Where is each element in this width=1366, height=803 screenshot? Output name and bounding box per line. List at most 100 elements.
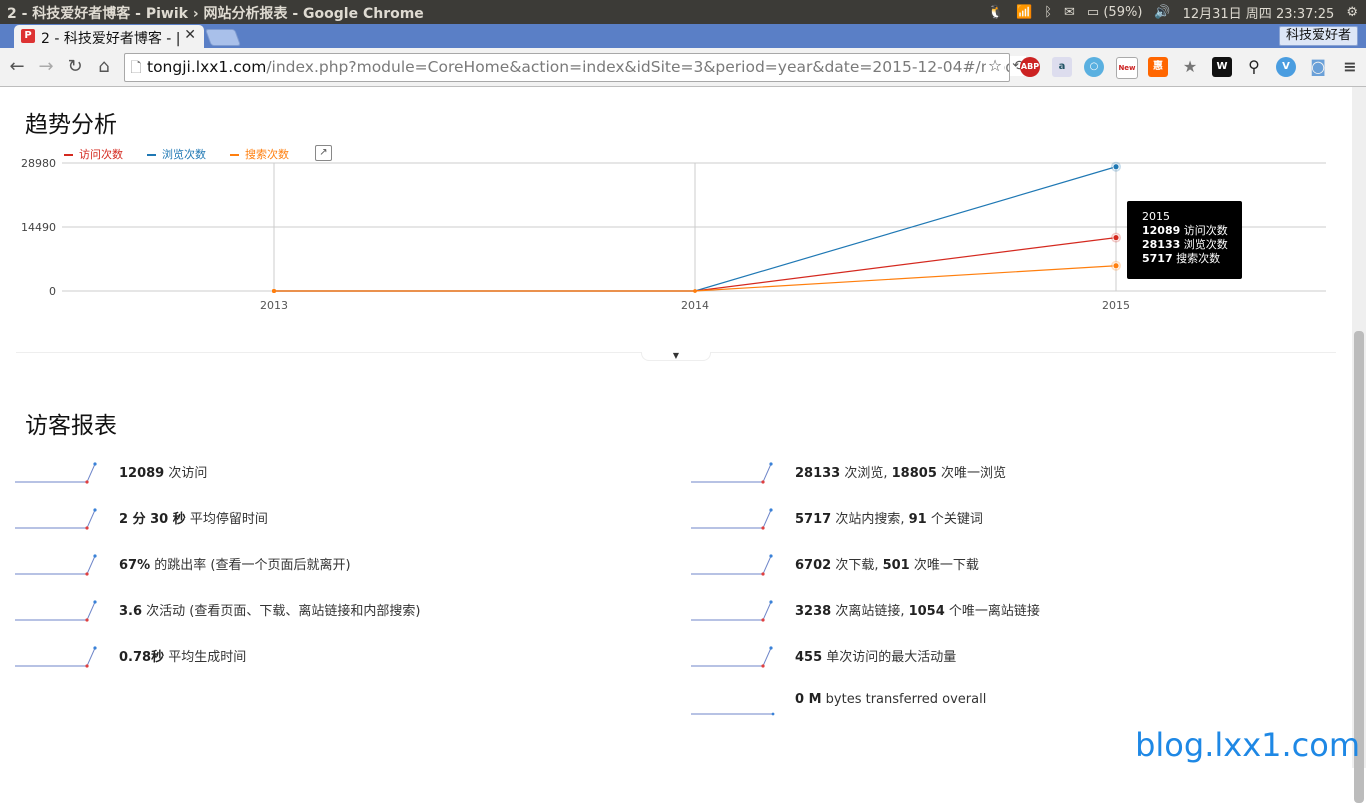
sparkline-line [15, 601, 96, 621]
new-tab-button[interactable] [204, 29, 242, 46]
home-icon[interactable]: ⌂ [92, 55, 116, 79]
extension-v-icon[interactable]: V [1276, 57, 1296, 77]
metric-text: 28133 次浏览, 18805 次唯一浏览 [795, 462, 1006, 481]
bluetooth-icon[interactable]: ᛒ [1044, 5, 1052, 20]
browser-tab[interactable]: P 2 - 科技爱好者博客 - | ✕ [14, 25, 204, 48]
metric-label: 次离站链接, [831, 604, 909, 619]
metric-label: 次活动 (查看页面、下载、离站链接和内部搜索) [142, 604, 421, 619]
sparkline-max-dot [769, 554, 773, 558]
sparkline-min-dot [761, 664, 765, 668]
sparkline[interactable] [691, 452, 781, 486]
sparkline[interactable] [15, 590, 105, 624]
expand-chart-button[interactable]: ▼ [641, 352, 711, 361]
metric-label: 次下载, [831, 558, 883, 573]
metric-value: 455 [795, 650, 823, 665]
extension-a-icon[interactable]: a [1052, 57, 1072, 77]
y-tick-label: 14490 [21, 221, 56, 234]
metric-value: 6702 [795, 558, 832, 573]
battery-indicator[interactable]: ▭ (59%) [1087, 5, 1142, 20]
series-point [1112, 262, 1120, 270]
sparkline-max-dot [93, 508, 97, 512]
metric-value: 5717 [795, 512, 832, 527]
metric-label: 次浏览, [840, 466, 892, 481]
extension-circle-icon[interactable]: ○ [1084, 57, 1104, 77]
reload-icon[interactable]: ↻ [63, 55, 87, 79]
metric-label: 个关键词 [926, 512, 983, 527]
clock[interactable]: 12月31日 周四 23:37:25 [1183, 3, 1335, 22]
sparkline-max-dot [769, 600, 773, 604]
x-tick-label: 2015 [1102, 299, 1130, 312]
bookmark-star-icon[interactable]: ☆ [986, 57, 1004, 75]
metric-label: 平均停留时间 [185, 512, 268, 527]
profile-button[interactable]: 科技爱好者 [1278, 26, 1358, 46]
metric-text: 2 分 30 秒 平均停留时间 [119, 508, 268, 527]
tooltip-year: 2015 [1142, 210, 1170, 223]
sparkline-max-dot [93, 646, 97, 650]
metric-label: bytes transferred overall [821, 692, 987, 707]
metric-value: 3238 [795, 604, 832, 619]
extension-star-alert-icon[interactable]: ★ [1180, 57, 1200, 77]
metric-label: 次唯一浏览 [936, 466, 1007, 481]
sparkline[interactable] [691, 682, 781, 716]
wifi-icon[interactable]: 📶 [1016, 5, 1032, 20]
sparkline[interactable] [691, 544, 781, 578]
sparkline[interactable] [15, 544, 105, 578]
sparkline-min-dot [761, 618, 765, 622]
series-point [1112, 234, 1120, 242]
sparkline-min-dot [85, 664, 89, 668]
visitors-heading: 访客报表 [25, 413, 117, 439]
sparkline-line [691, 509, 772, 529]
extension-w-icon[interactable]: W [1212, 57, 1232, 77]
sparkline-min-dot [85, 480, 89, 484]
sparkline-line [15, 509, 96, 529]
scrollbar-track[interactable] [1352, 87, 1366, 803]
metric-value: 0 M [795, 692, 822, 707]
metric-label: 单次访问的最大活动量 [822, 650, 957, 665]
metric-value: 2 分 30 秒 [119, 512, 186, 527]
metric-text: 455 单次访问的最大活动量 [795, 646, 956, 665]
menu-icon[interactable]: ≡ [1340, 57, 1360, 77]
watermark: blog.lxx1.com [1135, 726, 1360, 764]
gear-icon[interactable]: ⚙ [1346, 5, 1358, 20]
sparkline[interactable] [691, 590, 781, 624]
sparkline-min-dot [85, 618, 89, 622]
adblock-icon[interactable]: ABP [1020, 57, 1040, 77]
sparkline-min-dot [761, 526, 765, 530]
close-tab-icon[interactable]: ✕ [184, 27, 196, 43]
extension-hui-icon[interactable]: 惠 [1148, 57, 1168, 77]
metric-text: 12089 次访问 [119, 462, 207, 481]
forward-arrow-icon[interactable]: → [34, 55, 58, 79]
mail-icon[interactable]: ✉ [1064, 5, 1075, 20]
metric-value: 91 [908, 512, 927, 527]
volume-icon[interactable]: 🔊 [1154, 5, 1170, 20]
sparkline-line [691, 647, 772, 667]
sparkline-min-dot [761, 572, 765, 576]
url-path: /index.php?module=CoreHome&action=index&… [266, 58, 1010, 76]
metric-text: 3.6 次活动 (查看页面、下载、离站链接和内部搜索) [119, 600, 420, 619]
tooltip-line-visits: 12089 访问次数 [1142, 224, 1228, 237]
penguin-icon[interactable]: 🐧 [988, 5, 1004, 20]
sparkline[interactable] [15, 498, 105, 532]
new-badge-icon[interactable]: New [1116, 57, 1138, 79]
os-top-bar: 2 - 科技爱好者博客 - Piwik › 网站分析报表 - Google Ch… [0, 0, 1366, 24]
sparkline-min-dot [85, 526, 89, 530]
sparkline-line [15, 647, 96, 667]
sparkline[interactable] [15, 636, 105, 670]
sparkline[interactable] [15, 452, 105, 486]
metric-value: 18805 [891, 466, 937, 481]
metric-value: 67% [119, 558, 151, 573]
browser-toolbar: ← → ↻ ⌂ 🗋 tongji.lxx1.com/index.php?modul… [0, 48, 1366, 87]
sparkline-max-dot [93, 600, 97, 604]
camera-icon[interactable]: ◙ [1308, 57, 1328, 77]
sparkline[interactable] [691, 498, 781, 532]
system-tray: 🐧 📶 ᛒ ✉ ▭ (59%) 🔊 12月31日 周四 23:37:25 ⚙ [988, 0, 1358, 24]
address-bar[interactable]: 🗋 tongji.lxx1.com/index.php?module=CoreHo… [124, 53, 1010, 82]
sparkline-line [15, 555, 96, 575]
back-arrow-icon[interactable]: ← [5, 55, 29, 79]
x-tick-label: 2013 [260, 299, 288, 312]
search-icon[interactable]: ⚲ [1244, 57, 1264, 77]
sparkline[interactable] [691, 636, 781, 670]
sparkline-line [691, 601, 772, 621]
evolution-heading: 趋势分析 [25, 112, 117, 138]
metric-value: 501 [882, 558, 910, 573]
